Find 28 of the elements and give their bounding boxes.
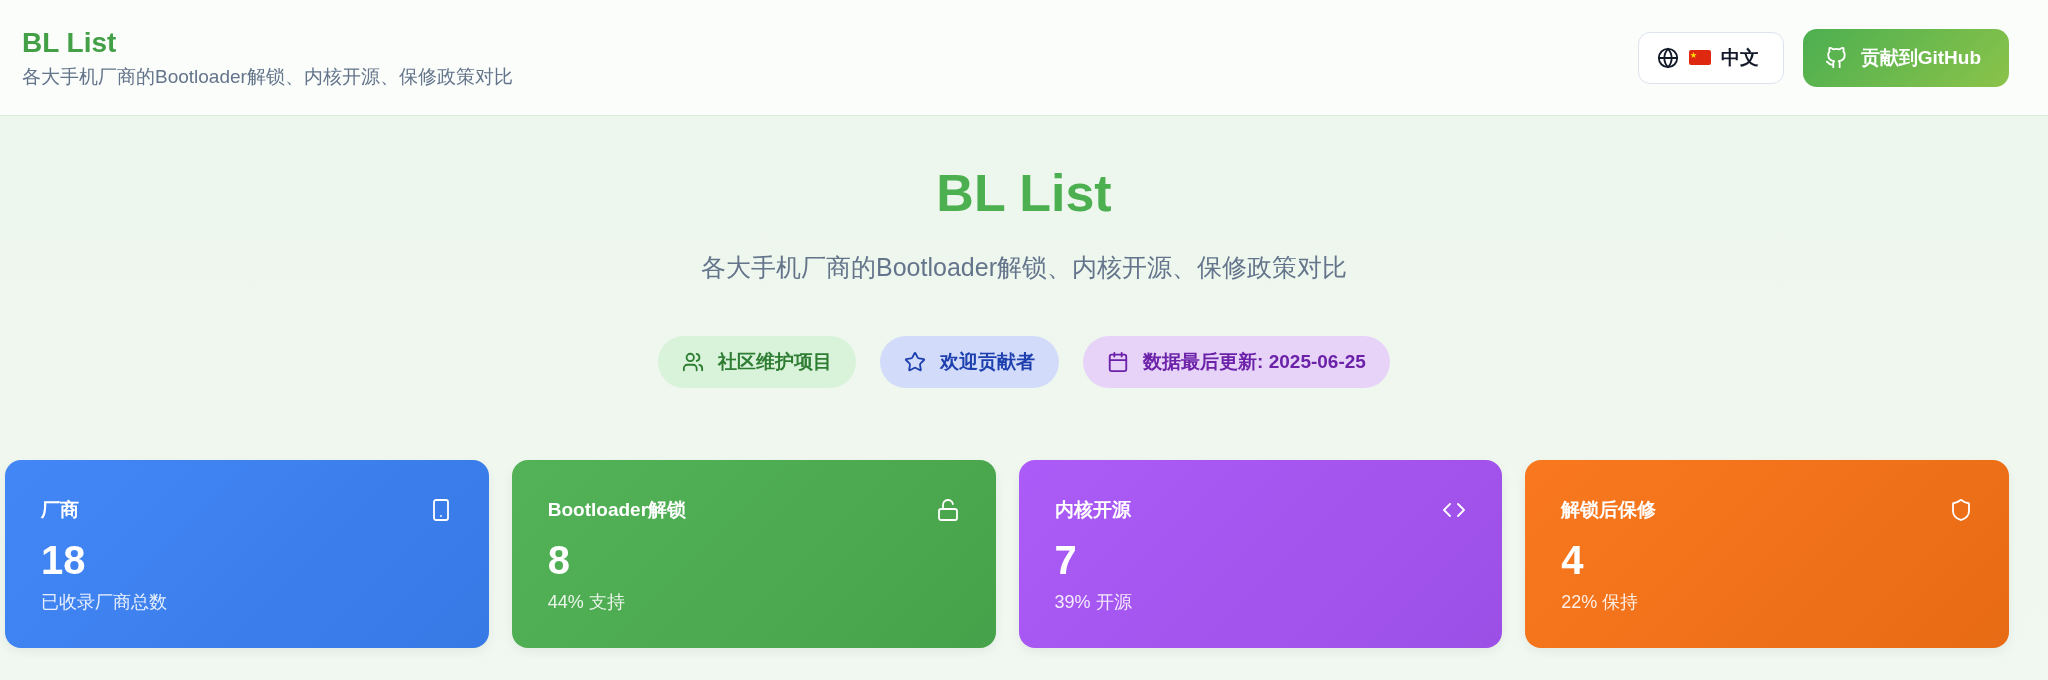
hero-subtitle: 各大手机厂商的Bootloader解锁、内核开源、保修政策对比 [701,252,1347,283]
unlocked-padlock-icon [935,498,960,522]
info-badge: 数据最后更新: 2025-06-25 [1083,336,1390,388]
stat-value: 18 [41,537,87,584]
flag-icon [1688,50,1711,65]
stat-value: 7 [1054,537,1078,584]
stat-value: 8 [547,537,571,584]
globe-icon [1656,46,1679,69]
calendar-icon [1107,351,1130,373]
stat-label: Bootloader解锁 [547,498,687,522]
stat-label: 内核开源 [1054,498,1131,522]
site-subtitle: 各大手机厂商的Bootloader解锁、内核开源、保修政策对比 [22,64,513,89]
language-button[interactable]: 中文 [1637,31,1784,84]
site-title: BL List [22,25,118,60]
users-icon [682,351,705,373]
stat-note: 44% 支持 [547,591,626,614]
info-badge: 社区维护项目 [658,336,857,388]
info-badge: 欢迎贡献者 [880,336,1060,388]
stat-value: 4 [1561,537,1585,584]
shield-icon [1949,498,1973,522]
stat-label: 解锁后保修 [1561,498,1657,522]
stat-note: 已收录厂商总数 [41,591,168,614]
hero-title: BL List [936,163,1112,224]
star-icon [904,351,927,373]
github-icon [1824,46,1847,69]
stat-label: 厂商 [41,498,79,522]
stat-note: 22% 保持 [1561,591,1640,614]
stat-note: 39% 开源 [1054,591,1133,614]
